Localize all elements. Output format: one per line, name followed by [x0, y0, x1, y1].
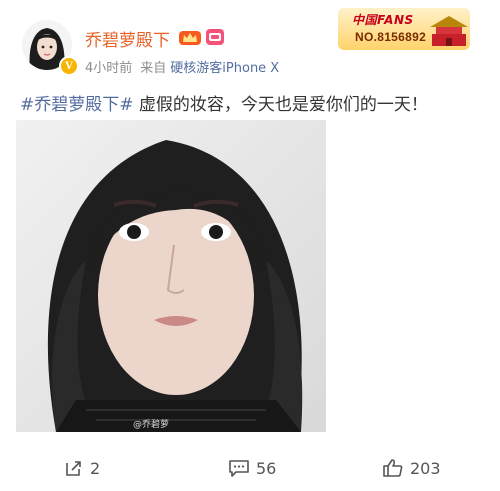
thumbs-up-icon: [383, 459, 403, 477]
repost-button[interactable]: 2: [64, 458, 100, 478]
tiananmen-icon: [430, 16, 468, 46]
like-button[interactable]: 203: [382, 458, 441, 478]
comment-button[interactable]: 56: [228, 458, 276, 478]
vip-crown-icon[interactable]: [178, 28, 202, 50]
post-header: V 乔碧萝殿下 4小时前 来自 硬核游客iPhone X 中国FANS NO.815…: [0, 0, 500, 90]
comment-count: 56: [256, 458, 277, 478]
post-image[interactable]: [16, 120, 326, 432]
hashtag-link[interactable]: #乔碧萝殿下#: [20, 95, 134, 115]
post-source[interactable]: 硬核游客iPhone X: [170, 61, 279, 76]
post-text: #乔碧萝殿下# 虚假的妆容，今天也是爱你们的一天！: [20, 90, 428, 115]
fans-badge-title: 中国FANS: [352, 13, 414, 27]
action-bar: 2 56 203: [0, 448, 500, 491]
post-meta: 4小时前 来自 硬核游客iPhone X: [85, 57, 279, 76]
fans-badge-number: NO.8156892: [355, 30, 427, 44]
verified-badge-icon: V: [59, 56, 79, 76]
source-prefix: 来自: [140, 61, 167, 76]
selfie-photo: [16, 120, 326, 432]
weibo-member-icon[interactable]: [205, 27, 225, 51]
fans-badge[interactable]: 中国FANS NO.8156892: [338, 8, 470, 50]
share-icon: [66, 461, 81, 476]
post-time: 4小时前: [85, 61, 133, 76]
post-body: 虚假的妆容，今天也是爱你们的一天！: [133, 95, 428, 115]
repost-count: 2: [90, 458, 101, 478]
like-count: 203: [410, 458, 441, 478]
author-name[interactable]: 乔碧萝殿下: [85, 26, 170, 51]
comment-icon: [229, 460, 249, 477]
image-watermark: @乔碧萝: [133, 420, 170, 430]
